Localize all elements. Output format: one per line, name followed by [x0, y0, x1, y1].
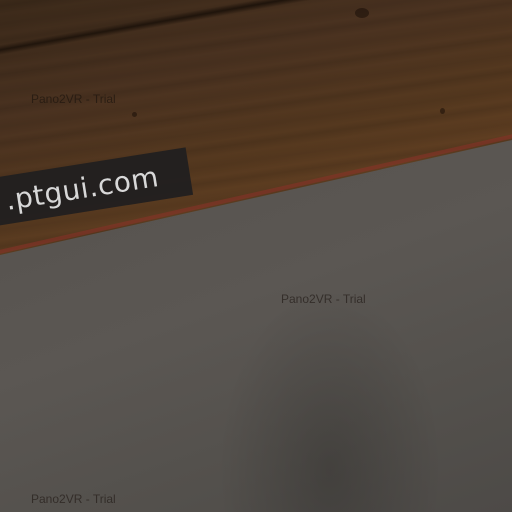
trial-watermark: Pano2VR - Trial	[31, 492, 116, 506]
wood-knot	[440, 108, 445, 114]
wood-knot	[132, 112, 137, 117]
wood-knot	[355, 8, 369, 18]
trial-watermark: Pano2VR - Trial	[281, 292, 366, 306]
panorama-view[interactable]: .ptgui.com Pano2VR - Trial Pano2VR - Tri…	[0, 0, 512, 512]
trial-watermark: Pano2VR - Trial	[31, 92, 116, 106]
